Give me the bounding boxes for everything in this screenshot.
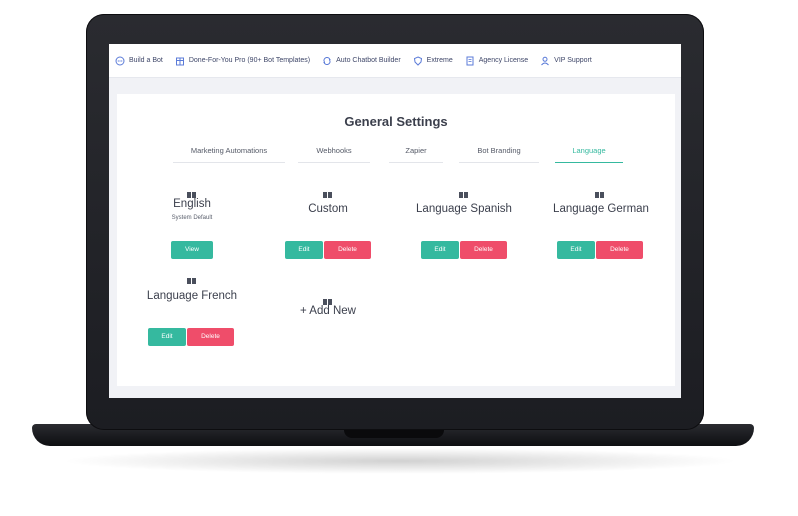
language-subtitle: System Default (171, 215, 213, 221)
language-name-english: English (173, 198, 211, 210)
tab-language[interactable]: Language (555, 146, 623, 163)
laptop-shadow (60, 448, 740, 474)
nav-done-for-you-pro[interactable]: Done-For-You Pro (90+ Bot Templates) (175, 56, 310, 66)
translate-icon (187, 185, 197, 198)
nav-extreme[interactable]: Extreme (413, 55, 453, 66)
nav-label: Build a Bot (129, 57, 163, 64)
add-new-language-button[interactable]: + Add New (273, 305, 383, 317)
document-icon (466, 56, 474, 65)
delete-button[interactable]: Delete (596, 241, 643, 259)
translate-icon (187, 271, 197, 284)
tab-zapier[interactable]: Zapier (389, 146, 443, 163)
tab-bot-branding[interactable]: Bot Branding (459, 146, 539, 163)
laptop-screen: Build a Bot Done-For-You Pro (90+ Bot Te… (109, 44, 681, 398)
tab-marketing-automations[interactable]: Marketing Automations (173, 146, 285, 163)
translate-icon (323, 185, 333, 198)
nav-vip-support[interactable]: VIP Support (540, 56, 592, 66)
nav-label: Auto Chatbot Builder (336, 57, 401, 64)
language-name-custom: Custom (308, 203, 348, 215)
nav-label: Agency License (478, 57, 529, 64)
language-name-german: Language German (553, 203, 649, 215)
nav-build-a-bot[interactable]: Build a Bot (115, 56, 163, 66)
translate-icon (595, 185, 605, 198)
edit-button[interactable]: Edit (557, 241, 595, 259)
translate-icon (323, 292, 333, 305)
page-title: General Settings (344, 114, 448, 129)
refresh-icon (323, 56, 332, 65)
edit-button[interactable]: Edit (148, 328, 186, 346)
nav-label: VIP Support (554, 57, 592, 64)
laptop-notch (344, 430, 444, 438)
package-icon (175, 57, 184, 65)
shield-icon (413, 55, 422, 66)
nav-label: Extreme (426, 57, 453, 64)
edit-button[interactable]: Edit (285, 241, 323, 259)
nav-agency-license[interactable]: Agency License (465, 56, 528, 66)
delete-button[interactable]: Delete (187, 328, 234, 346)
language-name-spanish: Language Spanish (416, 203, 512, 215)
edit-button[interactable]: Edit (421, 241, 459, 259)
delete-button[interactable]: Delete (324, 241, 371, 259)
delete-button[interactable]: Delete (460, 241, 507, 259)
translate-icon (459, 185, 469, 198)
top-navigation: Build a Bot Done-For-You Pro (90+ Bot Te… (109, 44, 681, 78)
language-name-french: Language French (146, 290, 238, 302)
tab-webhooks[interactable]: Webhooks (298, 146, 370, 163)
nav-label: Done-For-You Pro (90+ Bot Templates) (188, 57, 311, 64)
view-button[interactable]: View (171, 241, 213, 259)
user-icon (541, 56, 550, 65)
nav-auto-chatbot-builder[interactable]: Auto Chatbot Builder (322, 56, 401, 66)
chat-bubble-icon (115, 56, 125, 65)
settings-card: General Settings Marketing Automations W… (117, 94, 675, 386)
